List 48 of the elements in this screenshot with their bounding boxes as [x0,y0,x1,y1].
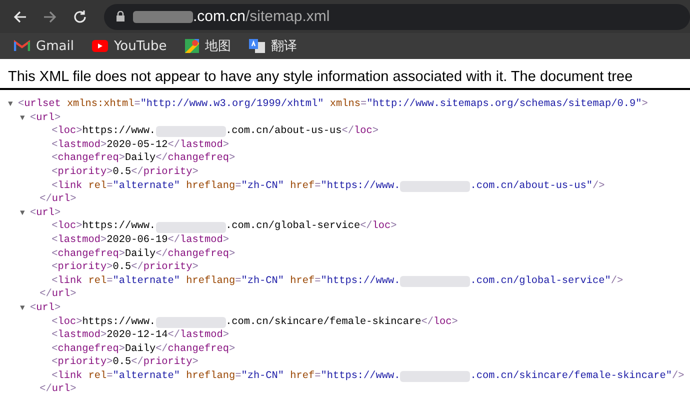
xml-code: <priority>0.5</priority> [52,261,198,275]
xml-code: .com.cn/global-service</loc> [226,220,397,234]
style-notice: This XML file does not appear to have any style information associated with it. The document tree [0,69,690,90]
bookmark-button[interactable]: 地图 [178,35,237,57]
bookmark-button[interactable]: 翻译 [242,35,303,57]
xml-code: </url> [40,288,76,302]
xml-code: <changefreq>Daily</changefreq> [52,248,236,262]
expand-toggle[interactable]: ▼ [20,112,30,126]
xml-code: <lastmod>2020-12-14</lastmod> [52,329,229,343]
xml-code: <url> [30,206,61,220]
xml-code: .com.cn/skincare/female-skincare</loc> [226,316,458,330]
xml-code: .com.cn/about-us-us"/> [470,180,605,194]
xml-code: <loc>https://www. [52,125,156,139]
url-path: /sitemap.xml [246,8,330,25]
arrow-right-icon [42,8,58,24]
bookmark-button[interactable]: Gmail [8,36,80,56]
xml-code: <urlset xmlns:xhtml="http://www.w3.org/1999/xhtml" xmlns="http://www.sitemaps.org/schemas/sitemap/0.9"> [18,98,648,112]
xml-code: .com.cn/skincare/female-skincare"/> [470,370,684,384]
xml-code: <lastmod>2020-06-19</lastmod> [52,234,229,248]
xml-code: <loc>https://www. [52,220,156,234]
xml-code: <link rel="alternate" hreflang="zh-CN" href="https://www. [52,370,400,384]
translate-icon [248,39,265,53]
xml-code: <changefreq>Daily</changefreq> [52,342,236,356]
xml-code: <changefreq>Daily</changefreq> [52,152,236,166]
xml-code: <lastmod>2020-05-12</lastmod> [52,138,229,152]
xml-code: <url> [30,112,61,126]
reload-icon [72,8,88,24]
xml-code: <priority>0.5</priority> [52,356,198,370]
url-host: .com.cn [193,8,246,25]
address-bar[interactable]: .com.cn/sitemap.xml [104,4,690,30]
xml-code: .com.cn/global-service"/> [470,274,624,288]
xml-code: </url> [40,383,76,398]
xml-code: </url> [40,193,76,207]
map-icon [184,39,199,53]
expand-toggle[interactable]: ▼ [20,302,30,316]
xml-code: <url> [30,302,61,316]
xml-code: <link rel="alternate" hreflang="zh-CN" href="https://www. [52,180,400,194]
xml-code: <link rel="alternate" hreflang="zh-CN" href="https://www. [52,274,400,288]
envelope-m-icon [14,40,30,52]
expand-toggle[interactable]: ▼ [20,206,30,220]
xml-code: <priority>0.5</priority> [52,166,198,180]
bookmark-button[interactable]: YouTube [86,36,173,56]
lock-icon [116,11,125,22]
xml-code: <loc>https://www. [52,316,156,330]
xml-code: .com.cn/about-us-us</loc> [226,125,378,139]
play-icon [92,40,108,52]
expand-toggle[interactable]: ▼ [8,98,18,112]
arrow-left-icon [12,8,28,24]
